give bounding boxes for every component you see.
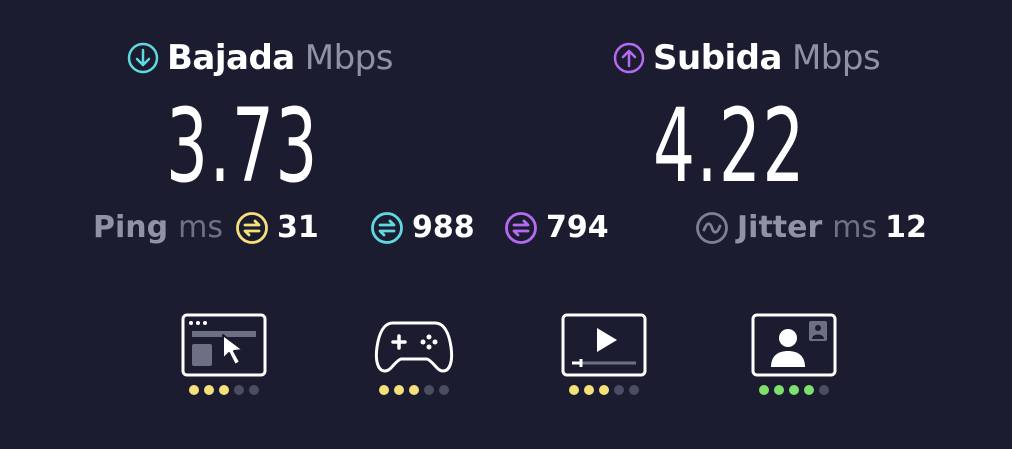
rating-dot-filled [759,385,769,395]
download-unit: Mbps [304,38,394,78]
idle-latency-icon [236,211,268,244]
web-browsing-icon [181,313,267,377]
rating-dots [189,385,259,395]
rating-dots [379,385,449,395]
rating-dot-filled [774,385,784,395]
rating-dot-filled [789,385,799,395]
ping-label: Ping [93,210,169,245]
video-call-icon [751,313,837,377]
rating-dot-empty [819,385,829,395]
upload-speed-value: 4.22 [653,87,806,206]
download-header: Bajada Mbps [127,38,393,78]
activity-video-call [751,313,837,395]
gamepad-icon [374,321,454,373]
upload-header: Subida Mbps [613,38,881,78]
rating-dot-empty [614,385,624,395]
rating-dots [569,385,639,395]
upload-latency-metric: 794 [504,210,609,245]
rating-dot-filled [219,385,229,395]
jitter-wave-icon [696,211,728,244]
upload-unit: Mbps [791,38,881,78]
download-latency-icon [371,211,403,244]
download-latency-metric: 988 [370,210,475,245]
upload-label: Subida [653,38,782,78]
rating-dot-empty [234,385,244,395]
ping-metric: Ping ms 31 [93,210,319,245]
jitter-metric: Jitter ms 12 [695,210,927,245]
video-streaming-icon [561,313,647,377]
rating-dot-empty [439,385,449,395]
rating-dot-filled [204,385,214,395]
download-latency-value: 988 [412,210,475,245]
rating-dot-filled [584,385,594,395]
upload-latency-icon [505,211,537,244]
ping-unit: ms [178,210,223,245]
rating-dot-filled [804,385,814,395]
download-label: Bajada [167,38,295,78]
jitter-value: 12 [885,210,927,245]
activity-video-streaming [561,313,647,395]
rating-dot-empty [629,385,639,395]
activity-web-browsing [181,313,267,395]
rating-dot-empty [424,385,434,395]
download-speed-value: 3.73 [166,87,319,206]
arrow-up-circle-icon [613,42,645,74]
rating-dots [759,385,829,395]
rating-dot-empty [249,385,259,395]
arrow-down-circle-icon [127,42,159,74]
upload-latency-value: 794 [546,210,609,245]
activity-gaming [371,313,457,395]
rating-dot-filled [394,385,404,395]
ping-value: 31 [276,210,319,245]
rating-dot-filled [599,385,609,395]
rating-dot-filled [569,385,579,395]
jitter-unit: ms [832,210,878,245]
jitter-label: Jitter [737,210,823,245]
rating-dot-filled [189,385,199,395]
rating-dot-filled [379,385,389,395]
rating-dot-filled [409,385,419,395]
